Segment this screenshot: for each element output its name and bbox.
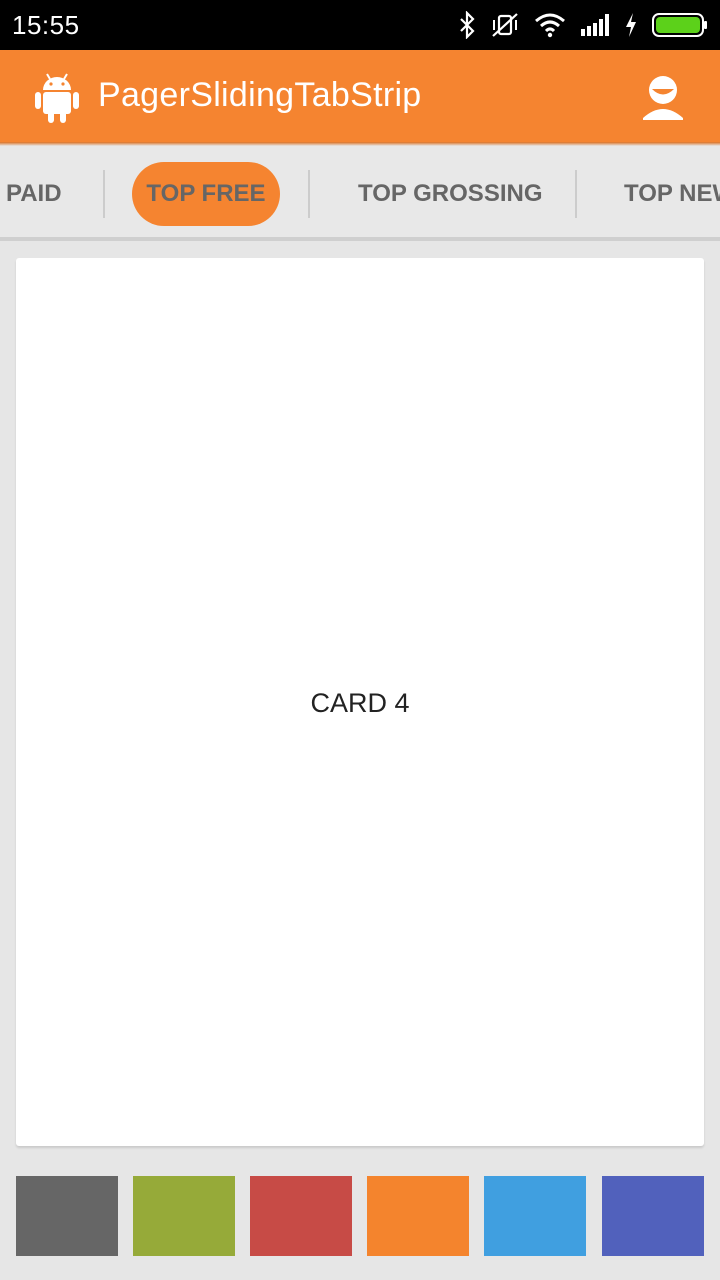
tab-strip-underline bbox=[0, 237, 720, 241]
status-icons bbox=[458, 0, 708, 50]
color-swatch-olive[interactable] bbox=[133, 1176, 235, 1256]
card[interactable]: CARD 4 bbox=[16, 258, 704, 1146]
tab-top-new[interactable]: TOP NEW bbox=[624, 162, 720, 226]
profile-icon[interactable] bbox=[636, 72, 690, 126]
tab-top-grossing[interactable]: TOP GROSSING bbox=[358, 162, 543, 226]
tab-strip: PAID TOP FREE TOP GROSSING TOP NEW bbox=[0, 146, 720, 238]
card-label: CARD 4 bbox=[310, 688, 410, 718]
color-swatch-red[interactable] bbox=[250, 1176, 352, 1256]
status-time: 15:55 bbox=[12, 10, 80, 40]
wifi-icon bbox=[534, 12, 566, 38]
signal-icon bbox=[580, 13, 610, 37]
status-bar: 15:55 bbox=[0, 0, 720, 50]
color-swatch-orange[interactable] bbox=[367, 1176, 469, 1256]
tab-paid[interactable]: PAID bbox=[6, 162, 62, 226]
android-icon bbox=[34, 70, 80, 124]
tab-divider bbox=[575, 170, 577, 218]
color-swatch-blue[interactable] bbox=[484, 1176, 586, 1256]
vibrate-off-icon bbox=[490, 11, 520, 39]
app-title: PagerSlidingTabStrip bbox=[98, 76, 422, 114]
color-swatch-gray[interactable] bbox=[16, 1176, 118, 1256]
tab-top-free[interactable]: TOP FREE bbox=[132, 162, 280, 226]
tab-divider bbox=[308, 170, 310, 218]
battery-icon bbox=[652, 12, 708, 38]
charging-icon bbox=[624, 12, 638, 38]
color-swatch-indigo[interactable] bbox=[602, 1176, 704, 1256]
tab-divider bbox=[103, 170, 105, 218]
bluetooth-icon bbox=[458, 11, 476, 39]
